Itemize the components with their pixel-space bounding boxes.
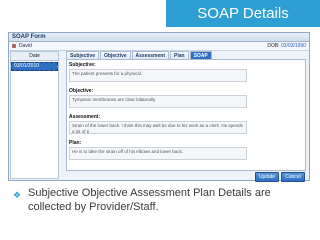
date-row[interactable]: 03/01/2010 — [11, 62, 58, 71]
cancel-button[interactable]: Cancel — [281, 172, 305, 182]
assessment-label: Assessment: — [69, 114, 101, 120]
assessment-field[interactable]: Strain of the lower back. I think this m… — [69, 121, 247, 134]
plan-field[interactable]: He is to take the strain off of his elbo… — [69, 147, 247, 160]
subjective-field[interactable]: The patient presents for a physical. — [69, 69, 247, 82]
patient-name: David — [19, 43, 32, 49]
soap-tabs: Subjective Objective Assessment Plan SOA… — [66, 51, 213, 59]
bullet-icon: ❖ — [13, 190, 22, 200]
tab-subjective[interactable]: Subjective — [66, 51, 100, 59]
bullet-text: Subjective Objective Assessment Plan Det… — [28, 187, 271, 213]
window-title: SOAP Form — [9, 33, 309, 42]
date-header: Date — [11, 52, 58, 61]
patient-bar: David DOB: 03/03/1990 — [9, 42, 309, 51]
subjective-label: Subjective: — [69, 62, 96, 68]
dob-label: DOB: — [267, 43, 280, 49]
tab-plan[interactable]: Plan — [170, 51, 189, 59]
soap-form-window: SOAP Form David DOB: 03/03/1990 Date 03/… — [8, 32, 310, 182]
soap-content-panel: Subjective: The patient presents for a p… — [66, 59, 306, 171]
dob-value: 03/03/1990 — [280, 43, 306, 49]
objective-label: Objective: — [69, 88, 94, 94]
tab-soap[interactable]: SOAP — [189, 51, 212, 59]
slide-title: SOAP Details — [166, 0, 320, 27]
update-button[interactable]: Update — [255, 172, 279, 182]
dob: DOB: 03/03/1990 — [267, 42, 306, 50]
tab-objective[interactable]: Objective — [100, 51, 131, 59]
objective-field[interactable]: Tympanic membranes are clear bilaterally… — [69, 95, 247, 108]
date-list: Date 03/01/2010 — [10, 51, 59, 179]
tab-assessment[interactable]: Assessment — [131, 51, 169, 59]
plan-label: Plan: — [69, 140, 82, 146]
patient-icon — [12, 44, 16, 48]
